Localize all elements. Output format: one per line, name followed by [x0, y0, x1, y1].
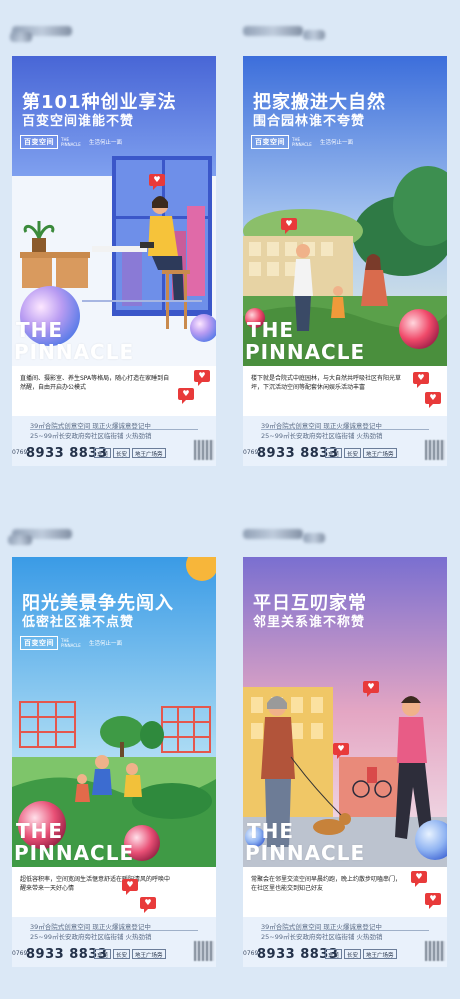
poster-panel: 平日互叨家常 邻里关系谁不称赞 ♥ ♥ THE PINNACLE 常聚会在邻里交…	[243, 557, 447, 917]
like-heart-icon: ♥	[413, 372, 429, 388]
like-heart-icon: ♥	[363, 681, 379, 697]
like-heart-icon: ♥	[425, 392, 441, 408]
poster-2: 把家搬进大自然 围合园林谁不夸赞 百变空间 THE PINNACLE 生活何止一…	[243, 26, 447, 466]
like-heart-icon: ♥	[333, 743, 349, 759]
brand-english: THE PINNACLE	[292, 137, 312, 147]
brand-name: 百变空间	[20, 636, 58, 650]
address-tags: 东莞 长安 地王广场旁	[325, 949, 397, 959]
like-heart-icon: ♥	[281, 218, 297, 234]
description-text: 超低容积率，空间宽阔生活惬意舒适在暖阳清风的呼唤中醒来带来一天好心情	[20, 876, 171, 892]
footer-line2: 25~99㎡长安政府旁社区临街铺 火热劲销	[261, 432, 383, 440]
address-tags: 东莞 长安 地王广场旁	[94, 448, 166, 458]
qr-code-icon	[425, 440, 445, 460]
brand-logo: 百变空间 THE PINNACLE 生活何止一面	[251, 134, 353, 150]
like-heart-icon: ♥	[411, 871, 427, 887]
footer-line2: 25~99㎡长安政府旁社区临街铺 火热劲销	[30, 432, 152, 440]
area-code: 0769	[243, 449, 259, 456]
blurred-header	[303, 30, 325, 40]
brand-logo: 百变空间 THE PINNACLE 生活何止一面	[20, 635, 122, 651]
description-box: 楼下就是合院式中庭园林，与大自然共呼吸社区有阳光草坪，下沉活动空间等配套休闲娱乐…	[243, 366, 447, 416]
brand-slogan: 生活何止一面	[89, 140, 123, 146]
footer-info: 39㎡合院式创意空间 现正火爆诚意登记中 25~99㎡长安政府旁社区临街铺 火热…	[12, 418, 216, 466]
brand-word-pinnacle: PINNACLE	[245, 340, 366, 364]
blurred-header	[243, 529, 303, 539]
address-tag: 长安	[344, 949, 362, 959]
address-tag: 东莞	[94, 448, 112, 458]
brand-word-pinnacle: PINNACLE	[14, 340, 135, 364]
brand-word-pinnacle: PINNACLE	[14, 841, 135, 865]
brand-word-the: THE	[247, 318, 295, 342]
like-heart-icon: ♥	[149, 174, 165, 190]
like-heart-icon: ♥	[425, 893, 441, 909]
brand-word-the: THE	[16, 819, 64, 843]
footer-line2: 25~99㎡长安政府旁社区临街铺 火热劲销	[261, 933, 383, 941]
footer-info: 39㎡合院式创意空间 现正火爆诚意登记中 25~99㎡长安政府旁社区临街铺 火热…	[243, 418, 447, 466]
description-box: 超低容积率，空间宽阔生活惬意舒适在暖阳清风的呼唤中醒来带来一天好心情 ♥ ♥	[12, 867, 216, 917]
qr-code-icon	[425, 941, 445, 961]
description-text: 直播间、摄影室、养生SPA等格局，随心打造在家睡到自然醒，自由开启办公模式	[20, 375, 170, 391]
address-tag: 地王广场旁	[363, 949, 397, 959]
qr-code-icon	[194, 440, 214, 460]
poster-panel: 第101种创业享法 百变空间谁能不赞 百变空间 THE PINNACLE 生活何…	[12, 56, 216, 416]
brand-word-the: THE	[247, 819, 295, 843]
brand-word-the: THE	[16, 318, 64, 342]
address-tag: 长安	[113, 949, 131, 959]
like-heart-icon: ♥	[194, 370, 210, 386]
like-heart-icon: ♥	[140, 897, 156, 913]
description-text: 楼下就是合院式中庭园林，与大自然共呼吸社区有阳光草坪，下沉活动空间等配套休闲娱乐…	[251, 375, 402, 391]
brand-english: THE PINNACLE	[61, 137, 81, 147]
address-tags: 东莞 长安 地王广场旁	[94, 949, 166, 959]
poster-subtitle: 百变空间谁能不赞	[22, 114, 135, 129]
footer-line2: 25~99㎡长安政府旁社区临街铺 火热劲销	[30, 933, 152, 941]
description-box: 直播间、摄影室、养生SPA等格局，随心打造在家睡到自然醒，自由开启办公模式 ♥ …	[12, 366, 216, 416]
area-code: 0769	[243, 950, 259, 957]
blurred-header	[8, 535, 32, 545]
description-box: 常聚会在邻里交流空间早晨约跑，晚上约散步叨嗑串门，在社区里也能交到知己好友 ♥ …	[243, 867, 447, 917]
address-tag: 东莞	[325, 949, 343, 959]
address-tag: 长安	[113, 448, 131, 458]
poster-subtitle: 邻里关系谁不称赞	[253, 615, 366, 630]
address-tags: 东莞 长安 地王广场旁	[325, 448, 397, 458]
address-tag: 东莞	[94, 949, 112, 959]
footer-info: 39㎡合院式创意空间 现正火爆诚意登记中 25~99㎡长安政府旁社区临街铺 火热…	[12, 919, 216, 967]
brand-slogan: 生活何止一面	[89, 641, 123, 647]
brand-slogan: 生活何止一面	[320, 140, 354, 146]
blurred-header	[243, 26, 303, 36]
footer-info: 39㎡合院式创意空间 现正火爆诚意登记中 25~99㎡长安政府旁社区临街铺 火热…	[243, 919, 447, 967]
brand-word-pinnacle: PINNACLE	[245, 841, 366, 865]
area-code: 0769	[12, 449, 28, 456]
address-tag: 东莞	[325, 448, 343, 458]
brand-logo: 百变空间 THE PINNACLE 生活何止一面	[20, 134, 122, 150]
address-tag: 地王广场旁	[363, 448, 397, 458]
address-tag: 长安	[344, 448, 362, 458]
poster-4: 平日互叨家常 邻里关系谁不称赞 ♥ ♥ THE PINNACLE 常聚会在邻里交…	[243, 529, 447, 967]
qr-code-icon	[194, 941, 214, 961]
brand-english: THE PINNACLE	[61, 638, 81, 648]
poster-panel: 阳光美景争先闯入 低密社区谁不点赞 百变空间 THE PINNACLE 生活何止…	[12, 557, 216, 917]
blurred-header	[10, 32, 32, 42]
description-text: 常聚会在邻里交流空间早晨约跑，晚上约散步叨嗑串门，在社区里也能交到知己好友	[251, 876, 402, 892]
poster-1: 第101种创业享法 百变空间谁能不赞 百变空间 THE PINNACLE 生活何…	[10, 26, 216, 466]
blurred-header	[303, 533, 325, 543]
like-heart-icon: ♥	[178, 388, 194, 404]
address-tag: 地王广场旁	[132, 448, 166, 458]
poster-subtitle: 低密社区谁不点赞	[22, 615, 135, 630]
poster-subtitle: 围合园林谁不夸赞	[253, 114, 366, 129]
poster-3: 阳光美景争先闯入 低密社区谁不点赞 百变空间 THE PINNACLE 生活何止…	[8, 529, 216, 967]
poster-panel: 把家搬进大自然 围合园林谁不夸赞 百变空间 THE PINNACLE 生活何止一…	[243, 56, 447, 416]
area-code: 0769	[12, 950, 28, 957]
like-heart-icon: ♥	[122, 879, 138, 895]
address-tag: 地王广场旁	[132, 949, 166, 959]
brand-name: 百变空间	[251, 135, 289, 149]
brand-name: 百变空间	[20, 135, 58, 149]
